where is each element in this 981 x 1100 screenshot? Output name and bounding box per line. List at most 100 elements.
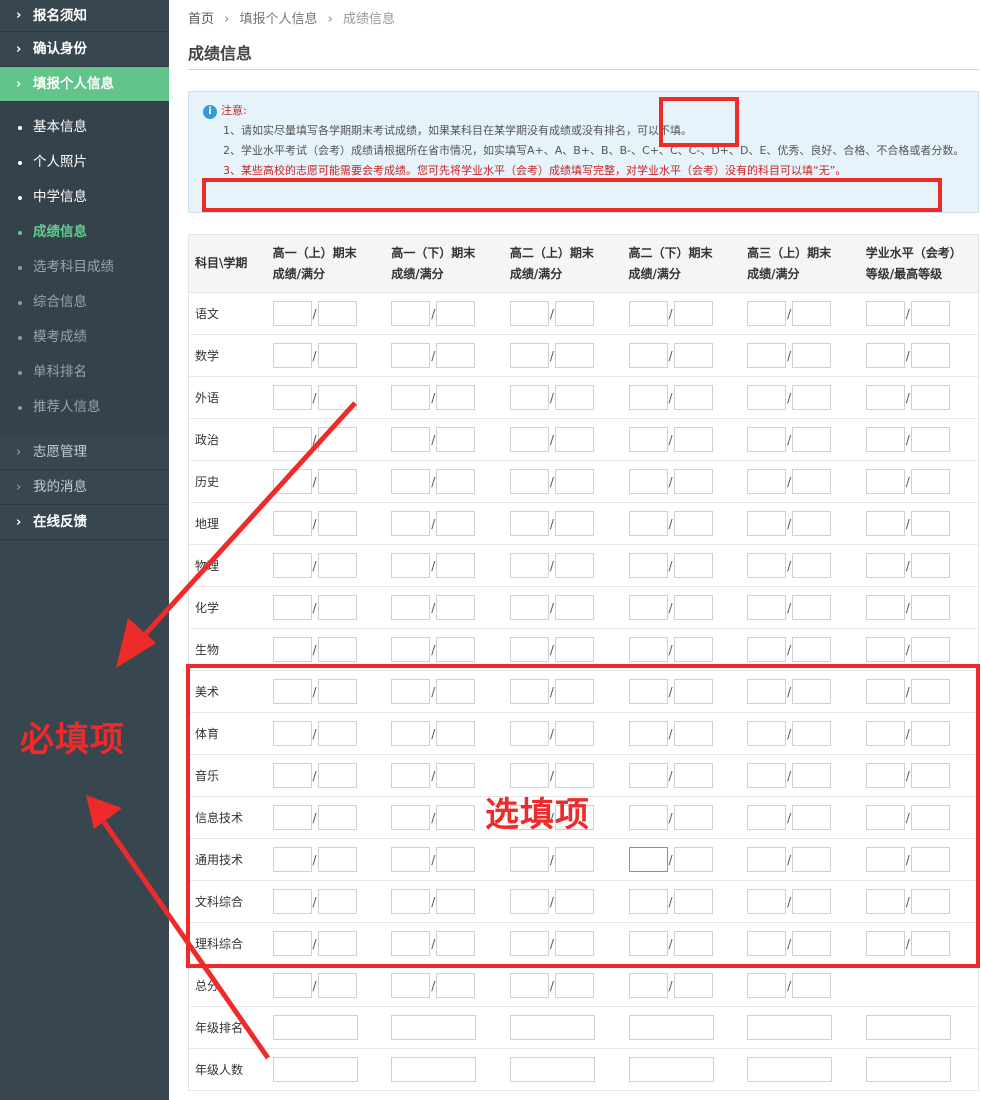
score-input[interactable] xyxy=(272,931,312,956)
full-score-input[interactable] xyxy=(436,679,476,704)
max-level-input[interactable] xyxy=(910,889,950,914)
full-score-input[interactable] xyxy=(554,931,594,956)
score-input[interactable] xyxy=(391,721,431,746)
score-input[interactable] xyxy=(747,301,787,326)
score-input[interactable] xyxy=(509,595,549,620)
score-input[interactable] xyxy=(272,679,312,704)
breadcrumb-home-link[interactable]: 首页 xyxy=(188,12,214,27)
full-score-input[interactable] xyxy=(317,595,357,620)
full-score-input[interactable] xyxy=(436,805,476,830)
full-score-input[interactable] xyxy=(436,721,476,746)
total-score-input[interactable] xyxy=(628,973,668,998)
score-input[interactable] xyxy=(628,469,668,494)
sidebar-item-subject-ranking[interactable]: 单科排名 xyxy=(0,355,169,390)
grade-rank-input[interactable] xyxy=(628,1015,714,1040)
score-input[interactable] xyxy=(628,931,668,956)
score-input[interactable] xyxy=(747,805,787,830)
score-input[interactable] xyxy=(272,847,312,872)
score-input[interactable] xyxy=(509,343,549,368)
max-level-input[interactable] xyxy=(910,595,950,620)
full-score-input[interactable] xyxy=(792,679,832,704)
level-input[interactable] xyxy=(865,763,905,788)
score-input[interactable] xyxy=(628,763,668,788)
full-score-input[interactable] xyxy=(317,637,357,662)
total-score-input[interactable] xyxy=(391,973,431,998)
score-input[interactable] xyxy=(747,763,787,788)
score-input[interactable] xyxy=(391,931,431,956)
full-score-input[interactable] xyxy=(792,721,832,746)
level-input[interactable] xyxy=(865,385,905,410)
full-score-input[interactable] xyxy=(436,553,476,578)
level-input[interactable] xyxy=(865,595,905,620)
full-score-input[interactable] xyxy=(554,301,594,326)
full-score-input[interactable] xyxy=(436,343,476,368)
score-input[interactable] xyxy=(747,511,787,536)
grade-rank-input[interactable] xyxy=(865,1015,951,1040)
grade-rank-input[interactable] xyxy=(272,1015,358,1040)
max-level-input[interactable] xyxy=(910,343,950,368)
grade-count-input[interactable] xyxy=(865,1057,951,1082)
full-score-input[interactable] xyxy=(792,343,832,368)
full-score-input[interactable] xyxy=(317,889,357,914)
score-input[interactable] xyxy=(391,805,431,830)
full-score-input[interactable] xyxy=(792,889,832,914)
score-input[interactable] xyxy=(391,511,431,536)
nav-item-online-feedback[interactable]: › 在线反馈 xyxy=(0,505,169,540)
score-input[interactable] xyxy=(747,553,787,578)
full-score-input[interactable] xyxy=(554,721,594,746)
sidebar-item-grade-info[interactable]: 成绩信息 xyxy=(0,215,169,250)
level-input[interactable] xyxy=(865,679,905,704)
score-input[interactable] xyxy=(272,889,312,914)
score-input[interactable] xyxy=(391,679,431,704)
score-input[interactable] xyxy=(391,553,431,578)
sidebar-item-referrer-info[interactable]: 推荐人信息 xyxy=(0,390,169,425)
full-score-input[interactable] xyxy=(436,427,476,452)
sidebar-item-school-info[interactable]: 中学信息 xyxy=(0,180,169,215)
score-input[interactable] xyxy=(391,427,431,452)
score-input[interactable] xyxy=(391,301,431,326)
full-score-input[interactable] xyxy=(554,511,594,536)
full-score-input[interactable] xyxy=(792,385,832,410)
full-score-input[interactable] xyxy=(792,637,832,662)
level-input[interactable] xyxy=(865,805,905,830)
full-score-input[interactable] xyxy=(554,469,594,494)
score-input[interactable] xyxy=(391,595,431,620)
full-score-input[interactable] xyxy=(792,469,832,494)
score-input[interactable] xyxy=(509,385,549,410)
full-score-input[interactable] xyxy=(792,553,832,578)
grade-count-input[interactable] xyxy=(391,1057,477,1082)
total-score-input[interactable] xyxy=(747,973,787,998)
full-score-input[interactable] xyxy=(673,721,713,746)
grade-count-input[interactable] xyxy=(272,1057,358,1082)
full-score-input[interactable] xyxy=(792,427,832,452)
full-score-input[interactable] xyxy=(554,427,594,452)
breadcrumb-section-link[interactable]: 填报个人信息 xyxy=(240,12,318,27)
full-score-input[interactable] xyxy=(436,385,476,410)
score-input[interactable] xyxy=(628,553,668,578)
nav-item-personal-info[interactable]: › 填报个人信息 xyxy=(0,67,169,102)
score-input[interactable] xyxy=(272,763,312,788)
level-input[interactable] xyxy=(865,343,905,368)
score-input[interactable] xyxy=(628,721,668,746)
full-score-input[interactable] xyxy=(317,847,357,872)
score-input[interactable] xyxy=(391,385,431,410)
score-input[interactable] xyxy=(747,721,787,746)
max-level-input[interactable] xyxy=(910,805,950,830)
full-score-input[interactable] xyxy=(317,679,357,704)
full-score-input[interactable] xyxy=(673,469,713,494)
score-input[interactable] xyxy=(272,385,312,410)
full-score-input[interactable] xyxy=(436,847,476,872)
score-input[interactable] xyxy=(509,763,549,788)
score-input[interactable] xyxy=(272,553,312,578)
grade-rank-input[interactable] xyxy=(509,1015,595,1040)
level-input[interactable] xyxy=(865,889,905,914)
score-input[interactable] xyxy=(628,595,668,620)
full-score-input[interactable] xyxy=(673,301,713,326)
full-score-input[interactable] xyxy=(317,427,357,452)
sidebar-item-elective-scores[interactable]: 选考科目成绩 xyxy=(0,250,169,285)
score-input[interactable] xyxy=(509,511,549,536)
score-input[interactable] xyxy=(391,763,431,788)
level-input[interactable] xyxy=(865,427,905,452)
max-level-input[interactable] xyxy=(910,553,950,578)
full-score-input[interactable] xyxy=(673,385,713,410)
